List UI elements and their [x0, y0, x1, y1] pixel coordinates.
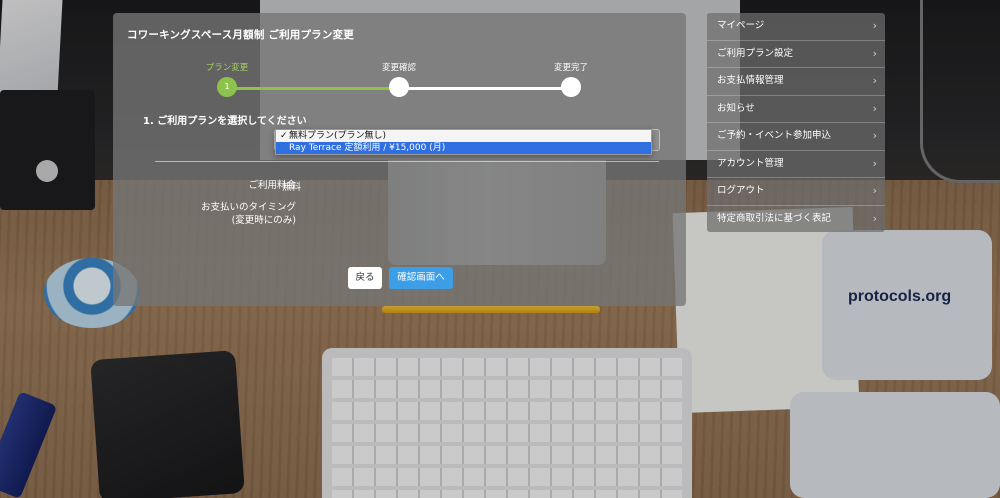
menu-item-mypage[interactable]: マイページ ›	[707, 13, 885, 41]
step-change-confirm: 変更確認 2	[359, 61, 439, 97]
menu-item-logout[interactable]: ログアウト ›	[707, 178, 885, 206]
menu-item-account[interactable]: アカウント管理 ›	[707, 151, 885, 178]
progress-stepper: プラン変更 1 変更確認 2 変更完了 3	[113, 61, 686, 101]
back-button[interactable]: 戻る	[348, 267, 382, 289]
chevron-right-icon: ›	[872, 74, 877, 87]
menu-item-legal[interactable]: 特定商取引法に基づく表記 ›	[707, 206, 885, 233]
menu-item-label: お知らせ	[717, 102, 755, 114]
step-plan-change: プラン変更 1	[187, 61, 267, 97]
chevron-right-icon: ›	[872, 156, 877, 170]
payment-timing-value: -	[282, 203, 286, 214]
chevron-right-icon: ›	[872, 184, 877, 197]
menu-item-label: ご利用プラン設定	[717, 47, 794, 59]
step-dot: 2	[389, 77, 409, 97]
page-title: コワーキングスペース月額制 ご利用プラン変更	[127, 29, 354, 41]
plan-select-heading: 1. ご利用プランを選択してください	[143, 116, 307, 127]
menu-item-label: ご予約・イベント参加申込	[717, 130, 832, 141]
step-dot: 3	[561, 77, 581, 97]
fee-value: 無料	[282, 182, 302, 193]
menu-item-label: 特定商取引法に基づく表記	[717, 212, 832, 224]
menu-item-notices[interactable]: お知らせ ›	[707, 96, 885, 123]
option-label: 無料プラン(プラン無し)	[289, 131, 387, 141]
stepper-line-pending	[400, 87, 572, 90]
menu-item-payment-info[interactable]: お支払情報管理 ›	[707, 68, 885, 96]
step-label: 変更確認	[381, 63, 416, 73]
plan-option-free[interactable]: ✓無料プラン(プラン無し)	[276, 130, 651, 142]
plan-change-panel: コワーキングスペース月額制 ご利用プラン変更 プラン変更 1 変更確認 2 変更…	[113, 13, 686, 306]
menu-item-label: マイページ	[717, 20, 765, 31]
confirm-button[interactable]: 確認画面へ	[389, 267, 453, 289]
step-label: プラン変更	[205, 63, 249, 73]
chevron-right-icon: ›	[872, 19, 877, 32]
chevron-right-icon: ›	[872, 129, 877, 142]
chevron-right-icon: ›	[872, 46, 877, 60]
chevron-right-icon: ›	[872, 101, 877, 115]
stepper-line-complete	[228, 87, 400, 90]
step-change-complete: 変更完了 3	[531, 61, 611, 97]
menu-item-label: ログアウト	[717, 185, 765, 196]
step-dot: 1	[217, 77, 237, 97]
plan-dropdown-list[interactable]: ✓無料プラン(プラン無し) Ray Terrace 定額利用 / ¥15,000…	[275, 129, 652, 155]
timing-label-line2: (変更時にのみ)	[231, 215, 296, 226]
menu-item-reservations[interactable]: ご予約・イベント参加申込 ›	[707, 123, 885, 151]
menu-item-label: お支払情報管理	[717, 75, 784, 86]
check-icon: ✓	[280, 131, 288, 141]
menu-item-label: アカウント管理	[717, 157, 784, 169]
step-label: 変更完了	[553, 63, 588, 73]
side-menu: マイページ › ご利用プラン設定 › お支払情報管理 › お知らせ › ご予約・イベント…	[707, 13, 885, 232]
menu-item-plan-settings[interactable]: ご利用プラン設定 ›	[707, 41, 885, 68]
divider	[155, 161, 659, 162]
plan-option-ray-terrace[interactable]: Ray Terrace 定額利用 / ¥15,000 (月)	[276, 142, 651, 154]
option-label: Ray Terrace 定額利用 / ¥15,000 (月)	[289, 143, 446, 153]
chevron-right-icon: ›	[872, 211, 877, 225]
